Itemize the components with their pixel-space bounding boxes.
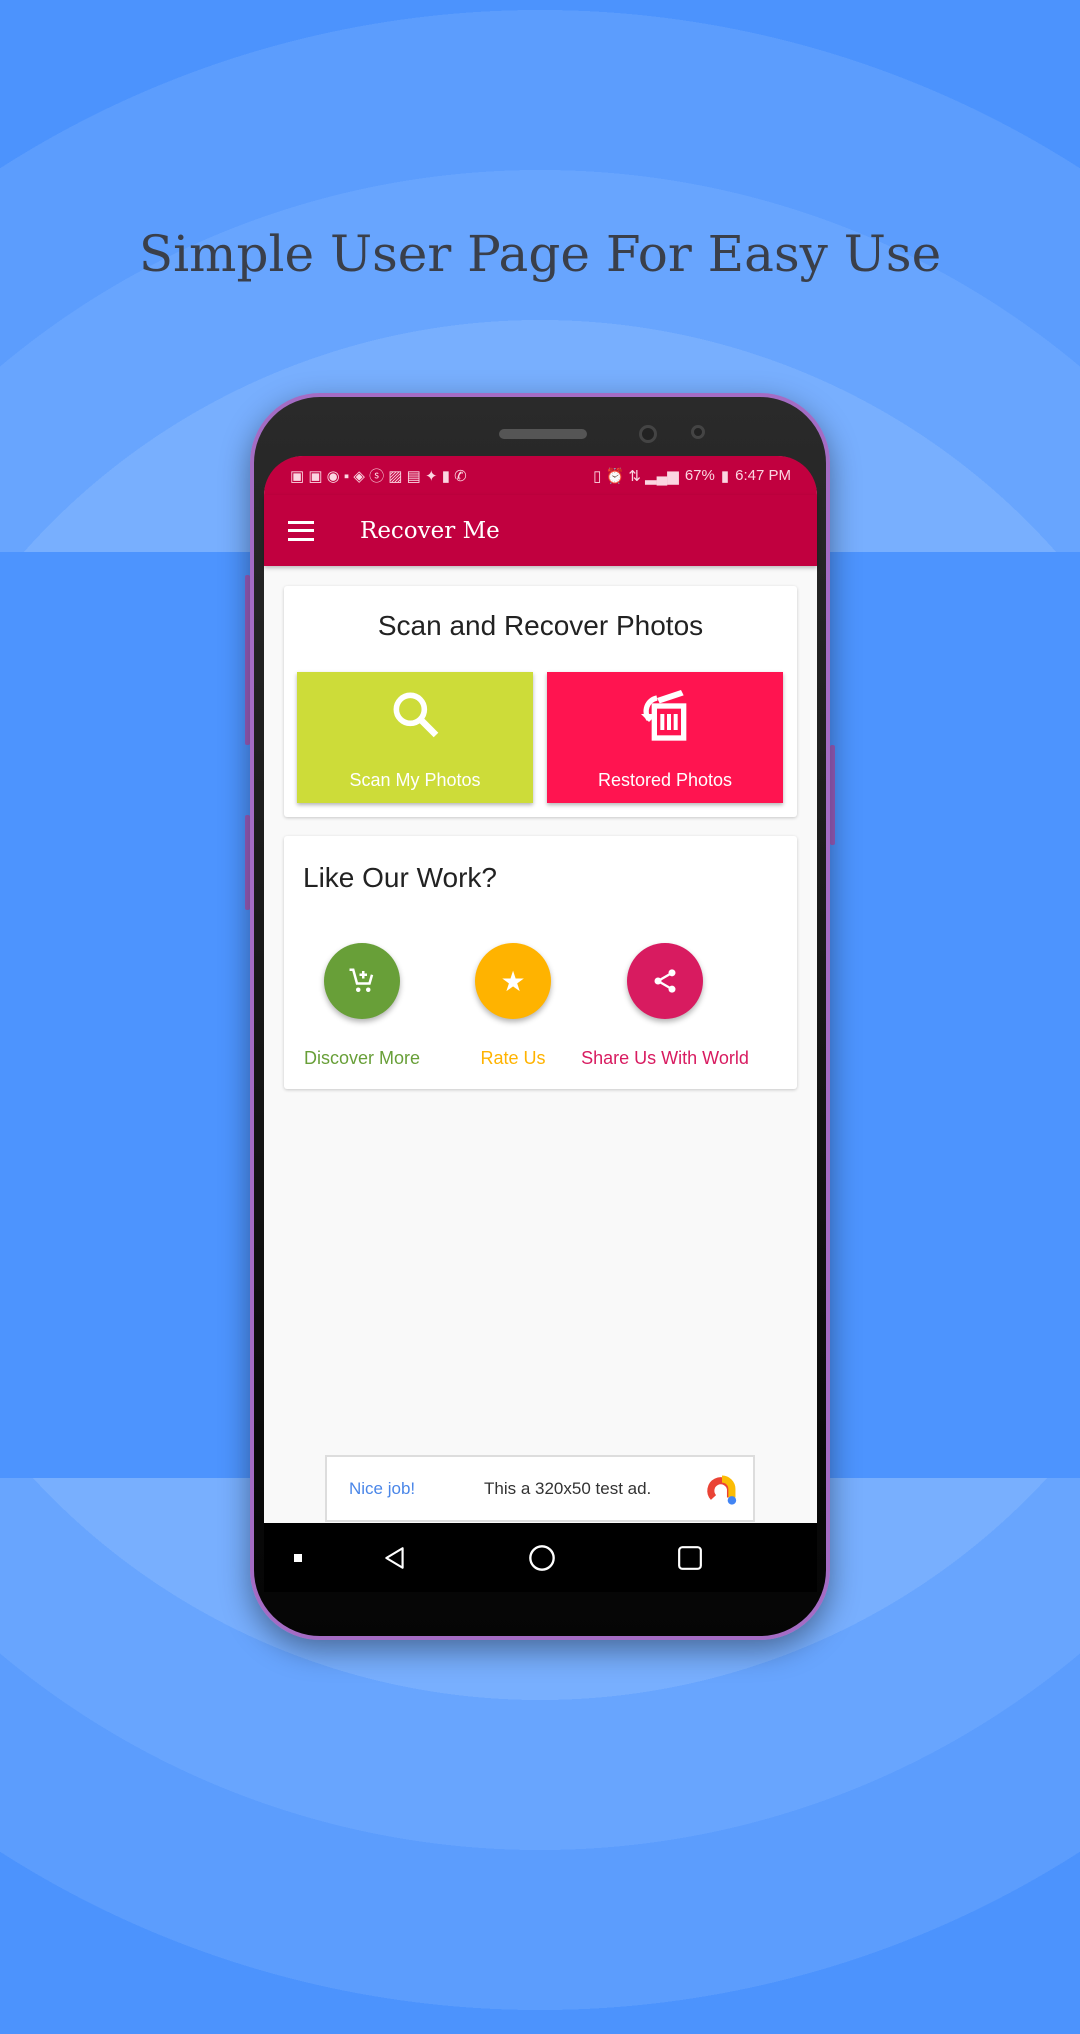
restored-photos-button[interactable]: Restored Photos	[547, 672, 783, 803]
camera	[639, 425, 657, 443]
ad-banner[interactable]: Nice job! This a 320x50 test ad.	[325, 1455, 755, 1522]
scan-card: Scan and Recover Photos Scan My Photos R…	[284, 586, 797, 817]
star-icon: ★	[500, 965, 526, 997]
recents-icon[interactable]	[677, 1545, 703, 1571]
status-bar: ▣ ▣ ◉ ▪ ◈ ⓢ ▨ ▤ ✦ ▮ ✆ ▯ ⏰ ⇅ ▂▄▆ 67% ▮ 6:…	[264, 456, 817, 495]
notification-icons: ▣ ▣ ◉ ▪ ◈ ⓢ ▨ ▤ ✦ ▮ ✆	[290, 468, 467, 485]
share-icon	[654, 969, 676, 993]
rate-us-label[interactable]: Rate Us	[480, 1048, 545, 1069]
discover-more-label[interactable]: Discover More	[304, 1048, 420, 1069]
battery-icon: ▮	[720, 467, 730, 485]
back-icon[interactable]	[382, 1545, 408, 1571]
search-icon	[393, 692, 439, 738]
add-cart-icon	[349, 968, 374, 992]
ads-logo-icon	[707, 1475, 737, 1505]
share-label[interactable]: Share Us With World	[581, 1048, 749, 1069]
restored-label: Restored Photos	[597, 770, 733, 790]
clock: 6:47 PM	[735, 466, 791, 484]
headline: Simple User Page For Easy Use	[138, 225, 942, 283]
like-card: Like Our Work? ★ Discover More Rate Us S…	[284, 836, 797, 1089]
scan-my-photos-button[interactable]: Scan My Photos	[297, 672, 533, 803]
speaker	[499, 429, 587, 439]
power-button	[830, 745, 835, 845]
discover-more-button[interactable]	[324, 943, 400, 1019]
app-bar: Recover Me	[264, 495, 817, 566]
share-button[interactable]	[627, 943, 703, 1019]
status-icons: ▯ ⏰ ⇅ ▂▄▆	[593, 467, 679, 485]
dot-icon[interactable]	[294, 1553, 302, 1562]
phone-screen: ▣ ▣ ◉ ▪ ◈ ⓢ ▨ ▤ ✦ ▮ ✆ ▯ ⏰ ⇅ ▂▄▆ 67% ▮ 6:…	[264, 456, 817, 1592]
nav-bar	[264, 1523, 817, 1592]
ad-text: This a 320x50 test ad.	[484, 1478, 652, 1498]
app-title: Recover Me	[360, 517, 500, 544]
restore-trash-icon	[641, 690, 687, 741]
rate-us-button[interactable]: ★	[475, 943, 551, 1019]
ad-headline: Nice job!	[349, 1478, 416, 1498]
battery-level: 67%	[684, 466, 715, 484]
scan-card-title: Scan and Recover Photos	[377, 610, 704, 641]
sensor	[691, 425, 705, 439]
scan-label: Scan My Photos	[349, 770, 481, 790]
home-icon[interactable]	[528, 1544, 556, 1572]
hamburger-icon[interactable]	[288, 520, 314, 541]
like-card-title: Like Our Work?	[303, 862, 497, 893]
